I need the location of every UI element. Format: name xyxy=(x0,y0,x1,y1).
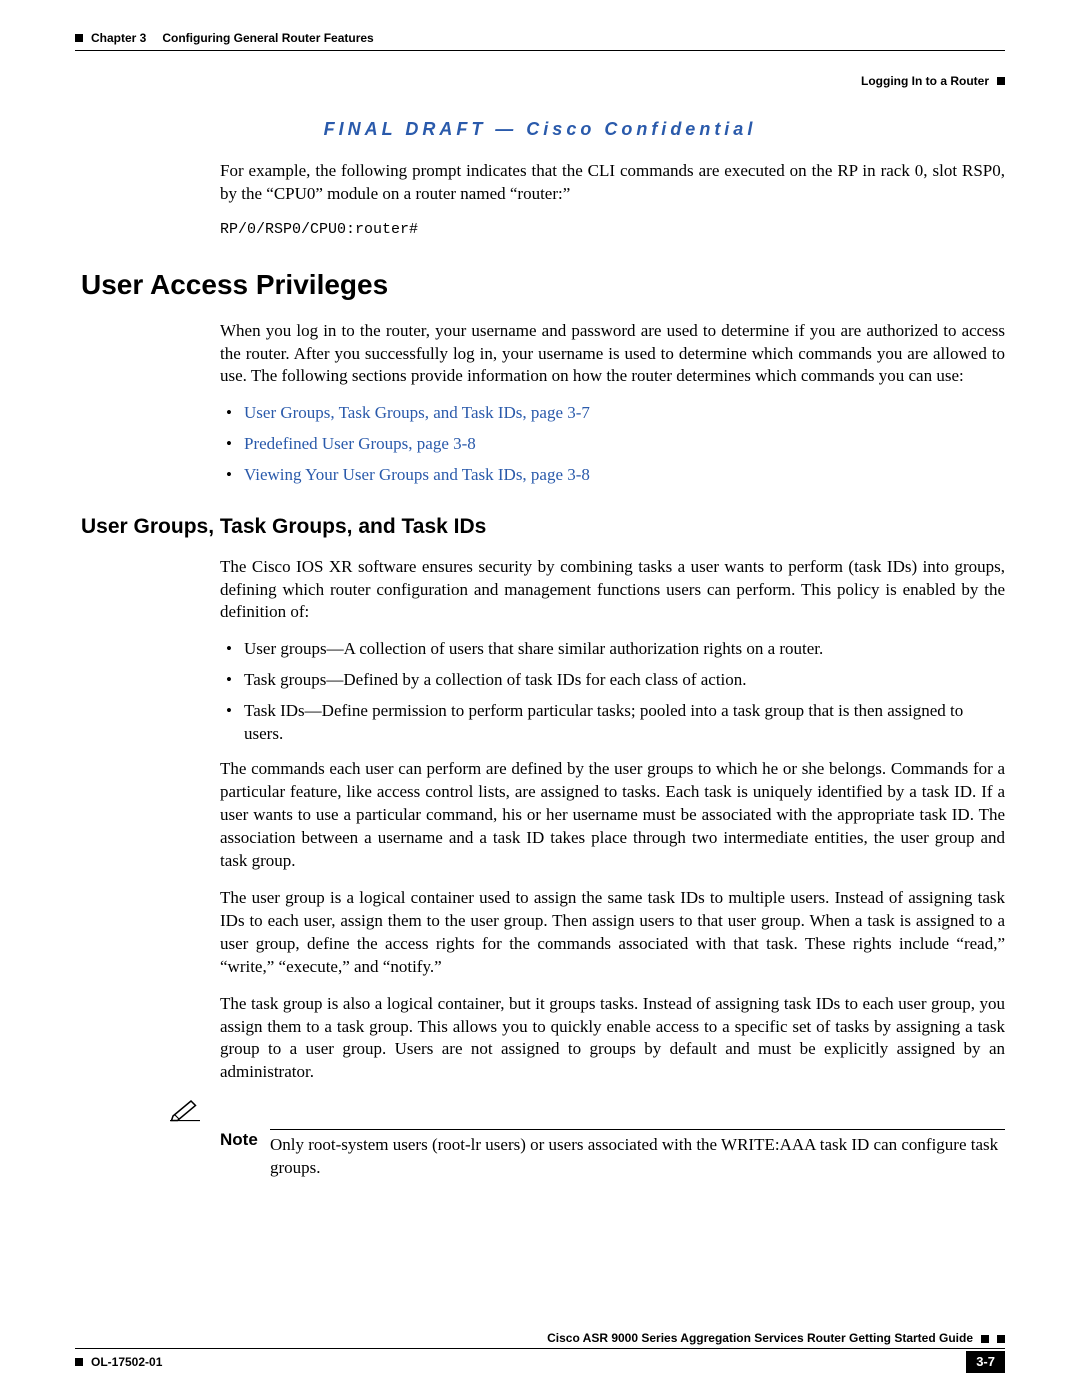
cli-prompt-code: RP/0/RSP0/CPU0:router# xyxy=(220,220,1005,240)
section1-link-list: •User Groups, Task Groups, and Task IDs,… xyxy=(220,402,1005,487)
bullet-icon: • xyxy=(220,402,244,425)
section1-paragraph: When you log in to the router, your user… xyxy=(220,320,1005,389)
bullet-icon: • xyxy=(220,433,244,456)
page-header: Chapter 3 Configuring General Router Fea… xyxy=(75,30,1005,46)
section2-definition-list: •User groups—A collection of users that … xyxy=(220,638,1005,746)
xref-viewing-user-groups[interactable]: Viewing Your User Groups and Task IDs, p… xyxy=(244,465,590,484)
bullet-icon: • xyxy=(220,464,244,487)
note-pencil-icon xyxy=(170,1107,200,1126)
subsection-heading-user-groups-task-groups: User Groups, Task Groups, and Task IDs xyxy=(81,513,1005,541)
note-text: Only root-system users (root-lr users) o… xyxy=(270,1129,1005,1180)
section2-para3: The user group is a logical container us… xyxy=(220,887,1005,979)
bullet-task-groups: Task groups—Defined by a collection of t… xyxy=(244,669,1005,692)
footer-doc-id: OL-17502-01 xyxy=(91,1354,162,1370)
note-label: Note xyxy=(220,1129,270,1180)
intro-paragraph: For example, the following prompt indica… xyxy=(220,160,1005,206)
footer-square-icon xyxy=(997,1335,1005,1343)
bullet-task-ids: Task IDs—Define permission to perform pa… xyxy=(244,700,1005,746)
footer-rule xyxy=(75,1348,1005,1349)
section2-para2: The commands each user can perform are d… xyxy=(220,758,1005,873)
footer-square-icon xyxy=(75,1358,83,1366)
page-number: 3-7 xyxy=(966,1351,1005,1373)
xref-predefined-user-groups[interactable]: Predefined User Groups, page 3-8 xyxy=(244,434,476,453)
section2-para1: The Cisco IOS XR software ensures securi… xyxy=(220,556,1005,625)
footer-square-icon xyxy=(981,1335,989,1343)
section2-para4: The task group is also a logical contain… xyxy=(220,993,1005,1085)
note-block: Note Only root-system users (root-lr use… xyxy=(75,1098,1005,1180)
section-heading-user-access-privileges: User Access Privileges xyxy=(81,266,1005,304)
chapter-title: Configuring General Router Features xyxy=(162,30,373,46)
header-section-right: Logging In to a Router xyxy=(861,73,989,89)
xref-user-groups-task-groups[interactable]: User Groups, Task Groups, and Task IDs, … xyxy=(244,403,590,422)
bullet-icon: • xyxy=(220,669,244,692)
header-square-icon xyxy=(997,77,1005,85)
page-footer: Cisco ASR 9000 Series Aggregation Servic… xyxy=(75,1330,1005,1373)
confidential-banner: FINAL DRAFT — Cisco Confidential xyxy=(75,117,1005,141)
chapter-label: Chapter 3 xyxy=(91,30,146,46)
bullet-icon: • xyxy=(220,638,244,661)
bullet-user-groups: User groups—A collection of users that s… xyxy=(244,638,1005,661)
header-bar-icon xyxy=(75,34,83,42)
bullet-icon: • xyxy=(220,700,244,746)
footer-guide-title: Cisco ASR 9000 Series Aggregation Servic… xyxy=(547,1330,973,1346)
